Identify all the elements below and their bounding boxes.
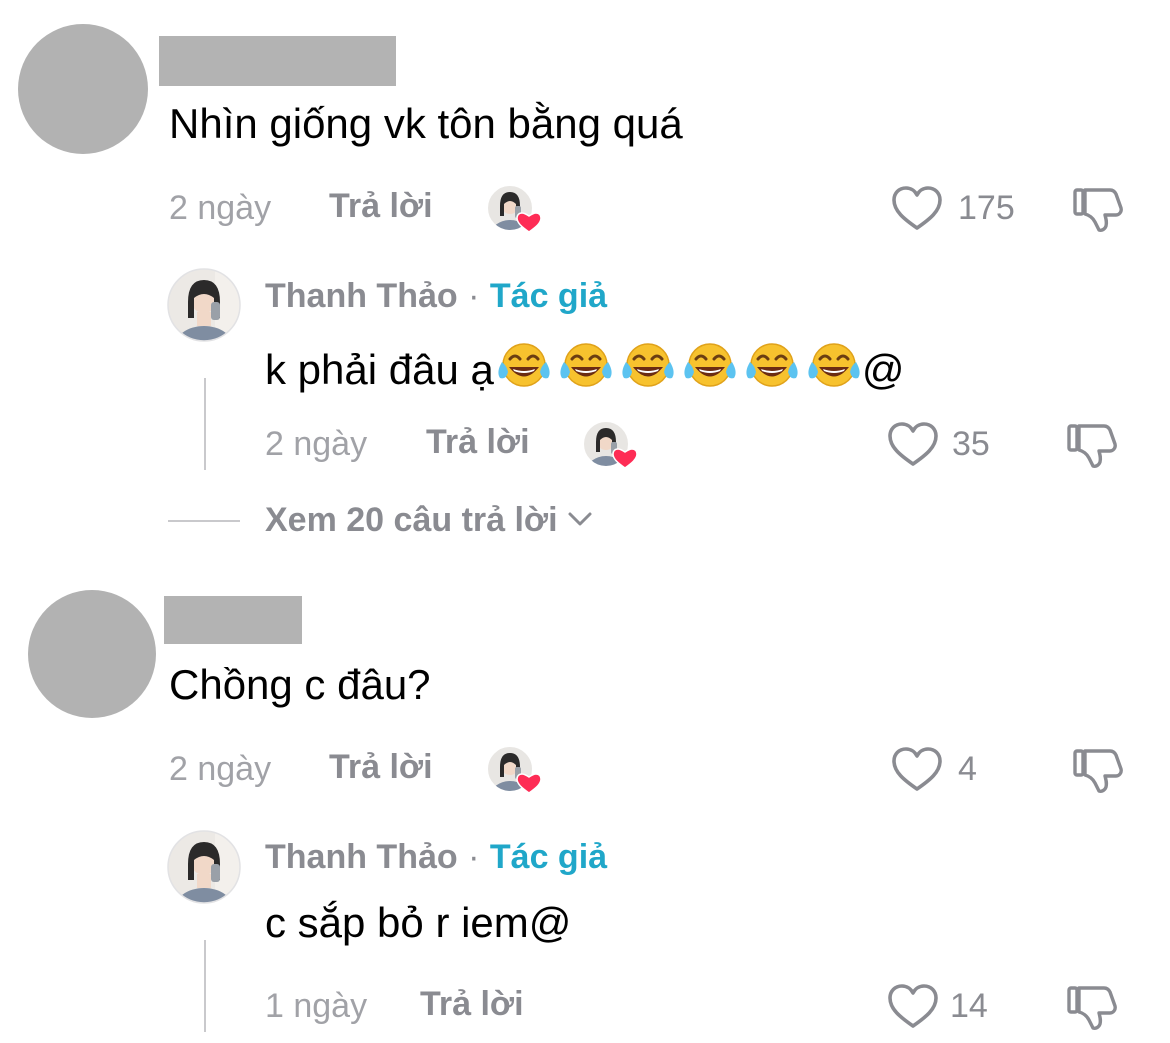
separator-dot: ·: [468, 277, 480, 315]
view-replies-label: Xem 20 câu trả lời: [265, 501, 558, 539]
thumbs-down-icon: [1067, 424, 1117, 468]
like-button[interactable]: 14: [886, 982, 996, 1032]
heart-outline-icon: [892, 186, 942, 230]
reply-header: Thanh Thảo · Tác giả: [265, 840, 607, 874]
view-replies-divider: [168, 520, 240, 522]
reply-text-suffix: @: [861, 346, 905, 393]
tears-of-joy-emoji: [496, 340, 552, 390]
tears-of-joy-emoji: [558, 340, 614, 390]
separator-dot: ·: [468, 838, 480, 876]
like-button[interactable]: 4: [890, 745, 990, 795]
tears-of-joy-emoji: [682, 340, 738, 390]
heart-outline-icon: [888, 984, 938, 1028]
commenter-avatar[interactable]: [28, 590, 156, 718]
like-count: 4: [958, 750, 977, 788]
comment-text: Nhìn giống vk tôn bằng quá: [169, 100, 683, 147]
heart-outline-icon: [892, 747, 942, 791]
author-name[interactable]: Thanh Thảo: [265, 838, 458, 876]
like-count: 35: [952, 425, 990, 463]
reply-button[interactable]: Trả lời: [329, 750, 433, 784]
author-badge: Tác giả: [489, 838, 608, 876]
reply-header: Thanh Thảo · Tác giả: [265, 279, 607, 313]
reply-date: 1 ngày: [265, 987, 368, 1025]
reply-date: 2 ngày: [265, 425, 368, 463]
like-count: 14: [950, 987, 988, 1025]
like-count: 175: [958, 189, 1015, 227]
comment-text: Chồng c đâu?: [169, 661, 431, 708]
comment-date: 2 ngày: [169, 750, 272, 788]
author-avatar[interactable]: [167, 268, 241, 342]
tears-of-joy-emoji: [744, 340, 800, 390]
thumbs-down-icon: [1067, 986, 1117, 1030]
dislike-button[interactable]: [1066, 982, 1118, 1032]
thumbs-down-icon: [1073, 188, 1123, 232]
tears-of-joy-emoji: [806, 340, 862, 390]
creator-liked-heart-icon: [486, 184, 542, 233]
reply-text: k phải đâu ạ @: [265, 340, 905, 391]
heart-outline-icon: [888, 422, 938, 466]
thumbs-down-icon: [1073, 749, 1123, 793]
reply-text-main: k phải đâu ạ: [265, 346, 494, 393]
creator-liked-heart-icon: [486, 745, 542, 794]
creator-liked-badge: [582, 420, 638, 469]
reply-button[interactable]: Trả lời: [426, 425, 530, 459]
reply-text: c sắp bỏ r iem@: [265, 899, 572, 946]
author-avatar[interactable]: [167, 830, 241, 904]
comment-date: 2 ngày: [169, 189, 272, 227]
chevron-down-icon: [568, 512, 592, 526]
thread-line: [204, 378, 206, 470]
dislike-button[interactable]: [1072, 745, 1124, 795]
dislike-button[interactable]: [1072, 184, 1124, 234]
creator-liked-heart-icon: [582, 420, 638, 469]
dislike-button[interactable]: [1066, 420, 1118, 470]
thread-line: [204, 940, 206, 1032]
creator-liked-badge: [486, 745, 542, 794]
commenter-name-redacted[interactable]: [164, 596, 302, 644]
commenter-name-redacted[interactable]: [159, 36, 396, 86]
tears-of-joy-emoji: [620, 340, 676, 390]
like-button[interactable]: 35: [886, 420, 1006, 470]
like-button[interactable]: 175: [890, 184, 1020, 234]
author-name[interactable]: Thanh Thảo: [265, 277, 458, 315]
author-badge: Tác giả: [489, 277, 608, 315]
reply-button[interactable]: Trả lời: [420, 987, 524, 1021]
view-replies-button[interactable]: Xem 20 câu trả lời: [265, 503, 594, 537]
creator-liked-badge: [486, 184, 542, 233]
commenter-avatar[interactable]: [18, 24, 148, 154]
reply-button[interactable]: Trả lời: [329, 189, 433, 223]
